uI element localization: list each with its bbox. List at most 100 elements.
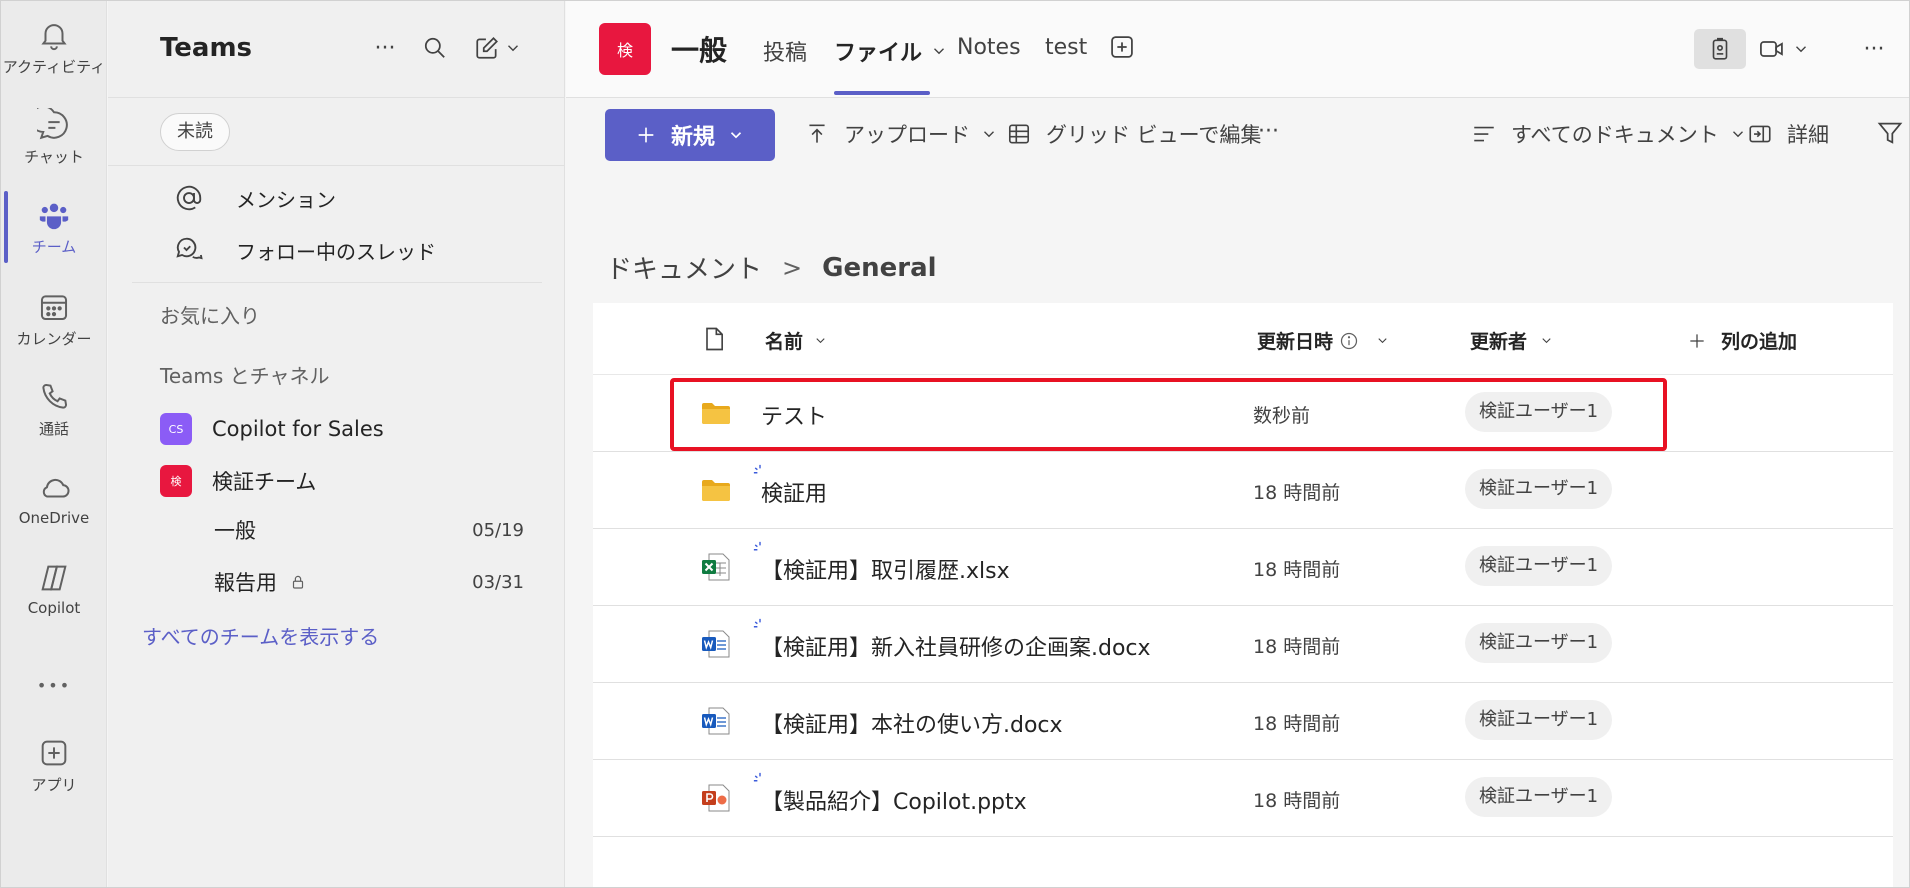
followed-threads-item[interactable]: フォロー中のスレッド (174, 228, 436, 272)
active-tab-indicator (834, 91, 930, 95)
at-icon (174, 183, 204, 213)
breadcrumb-root[interactable]: ドキュメント (606, 249, 762, 286)
details-pane-icon (1747, 121, 1773, 147)
filter-button[interactable] (1876, 119, 1904, 147)
channel-item-general[interactable]: 一般 05/19 (214, 510, 524, 550)
panel-search-button[interactable] (418, 31, 452, 65)
file-row[interactable]: 【検証用】本社の使い方.docx 18 時間前 検証ユーザー1 (593, 683, 1893, 760)
chevron-down-icon (727, 126, 745, 144)
divider (132, 282, 542, 283)
compose-button[interactable] (468, 31, 528, 65)
tab-files[interactable]: ファイル (834, 35, 948, 67)
rail-item-calendar[interactable]: カレンダー (1, 275, 107, 363)
toolbar-more-button[interactable]: ··· (1258, 119, 1279, 144)
teams-channels-label[interactable]: Teams とチャネル (160, 360, 329, 389)
breadcrumb-current: General (822, 253, 936, 283)
favorites-label[interactable]: お気に入り (160, 300, 260, 329)
lock-icon (289, 573, 307, 591)
rail-item-calls[interactable]: 通話 (1, 365, 107, 453)
unread-filter-chip[interactable]: 未読 (160, 113, 230, 151)
file-modified-by[interactable]: 検証ユーザー1 (1465, 392, 1612, 432)
upload-button[interactable]: アップロード (804, 119, 998, 149)
channel-date: 05/19 (472, 520, 524, 541)
file-row[interactable]: 【検証用】新入社員研修の企画案.docx18 時間前検証ユーザー1 (593, 606, 1893, 683)
team-item-copilot-for-sales[interactable]: CS Copilot for Sales (160, 409, 384, 449)
upload-icon (804, 121, 830, 147)
view-selector[interactable]: すべてのドキュメント (1471, 119, 1747, 149)
rail-label: カレンダー (16, 328, 91, 349)
details-button[interactable]: 詳細 (1747, 119, 1829, 149)
file-name[interactable]: 【検証用】取引履歴.xlsx (761, 553, 1010, 585)
rail-item-teams[interactable]: チーム (1, 183, 107, 271)
channel-name: 報告用 (214, 567, 277, 597)
phone-icon (37, 380, 71, 414)
rail-more-button[interactable]: ••• (1, 641, 107, 729)
tab-notes[interactable]: Notes (957, 35, 1021, 60)
file-name[interactable]: テスト (761, 399, 827, 431)
file-modified: 18 時間前 (1253, 786, 1340, 813)
header-more-button[interactable]: ··· (1854, 29, 1894, 69)
meeting-notes-button[interactable] (1694, 29, 1746, 69)
add-app-icon (37, 736, 71, 770)
mentions-item[interactable]: メンション (174, 176, 336, 220)
search-icon (422, 35, 448, 61)
file-list: 名前 更新日時 更新者 列の追加 テスト数秒前検証ユーザー1検証用18 時間 (593, 303, 1893, 888)
grid-edit-button[interactable]: グリッド ビューで編集 (1006, 119, 1261, 149)
add-column-button[interactable]: 列の追加 (1687, 327, 1797, 354)
list-view-icon (1471, 121, 1497, 147)
add-tab-icon (1108, 33, 1136, 61)
new-button-label: 新規 (671, 119, 715, 151)
info-icon (1339, 331, 1359, 351)
file-name[interactable]: 【検証用】本社の使い方.docx (761, 707, 1063, 739)
file-modified-by[interactable]: 検証ユーザー1 (1465, 469, 1612, 509)
tab-files-label: ファイル (834, 35, 922, 67)
file-row[interactable]: 検証用18 時間前検証ユーザー1 (593, 452, 1893, 529)
file-name[interactable]: 検証用 (761, 476, 827, 508)
file-modified: 18 時間前 (1253, 555, 1340, 582)
chevron-down-icon (1539, 333, 1554, 348)
file-name[interactable]: 【検証用】新入社員研修の企画案.docx (761, 630, 1151, 662)
file-modified-by[interactable]: 検証ユーザー1 (1465, 700, 1612, 740)
file-modified: 18 時間前 (1253, 709, 1340, 736)
calendar-icon (37, 290, 71, 324)
file-modified: 数秒前 (1253, 401, 1310, 428)
view-label: すべてのドキュメント (1511, 119, 1719, 149)
rail-label: アクティビティ (3, 56, 105, 77)
rail-item-apps[interactable]: アプリ (1, 721, 107, 809)
rail-label: アプリ (31, 774, 76, 795)
file-name[interactable]: 【製品紹介】Copilot.pptx (761, 784, 1027, 816)
file-row[interactable]: テスト 数秒前 検証ユーザー1 (593, 375, 1893, 452)
bell-icon (37, 18, 71, 52)
file-modified-by[interactable]: 検証ユーザー1 (1465, 546, 1612, 586)
tab-posts[interactable]: 投稿 (763, 35, 807, 67)
new-button[interactable]: 新規 (605, 109, 775, 161)
name-column-header[interactable]: 名前 (765, 327, 828, 354)
word-file-icon (700, 705, 732, 737)
rail-item-chat[interactable]: チャット (1, 93, 107, 181)
show-all-teams-link[interactable]: すべてのチームを表示する (142, 621, 379, 650)
grid-icon (1006, 121, 1032, 147)
team-avatar: CS (160, 413, 192, 445)
tab-test[interactable]: test (1045, 35, 1087, 60)
channel-name: 一般 (214, 515, 256, 545)
modified-column-header[interactable]: 更新日時 (1257, 327, 1390, 354)
add-tab-button[interactable] (1108, 33, 1136, 61)
rail-item-copilot[interactable]: Copilot (1, 545, 107, 633)
channel-item-report[interactable]: 報告用 03/31 (214, 562, 524, 602)
team-avatar: 検 (160, 465, 192, 497)
panel-more-button[interactable]: ··· (368, 31, 402, 65)
team-item-verification[interactable]: 検 検証チーム (160, 461, 316, 501)
main-area: 検 一般 投稿 ファイル Notes test ··· (566, 1, 1910, 888)
rail-label: OneDrive (19, 509, 90, 527)
modified-by-column-header[interactable]: 更新者 (1470, 327, 1554, 354)
file-modified-by[interactable]: 検証ユーザー1 (1465, 777, 1612, 817)
details-label: 詳細 (1787, 119, 1829, 149)
rail-item-onedrive[interactable]: OneDrive (1, 455, 107, 543)
file-row[interactable]: 【検証用】取引履歴.xlsx 18 時間前 検証ユーザー1 (593, 529, 1893, 606)
rail-item-activity[interactable]: アクティビティ (1, 3, 107, 91)
file-modified-by[interactable]: 検証ユーザー1 (1465, 623, 1612, 663)
folder-icon (700, 474, 732, 506)
file-type-header[interactable] (700, 325, 728, 353)
file-row[interactable]: 【製品紹介】Copilot.pptx 18 時間前 検証ユーザー1 (593, 760, 1893, 837)
video-call-button[interactable] (1752, 29, 1816, 69)
